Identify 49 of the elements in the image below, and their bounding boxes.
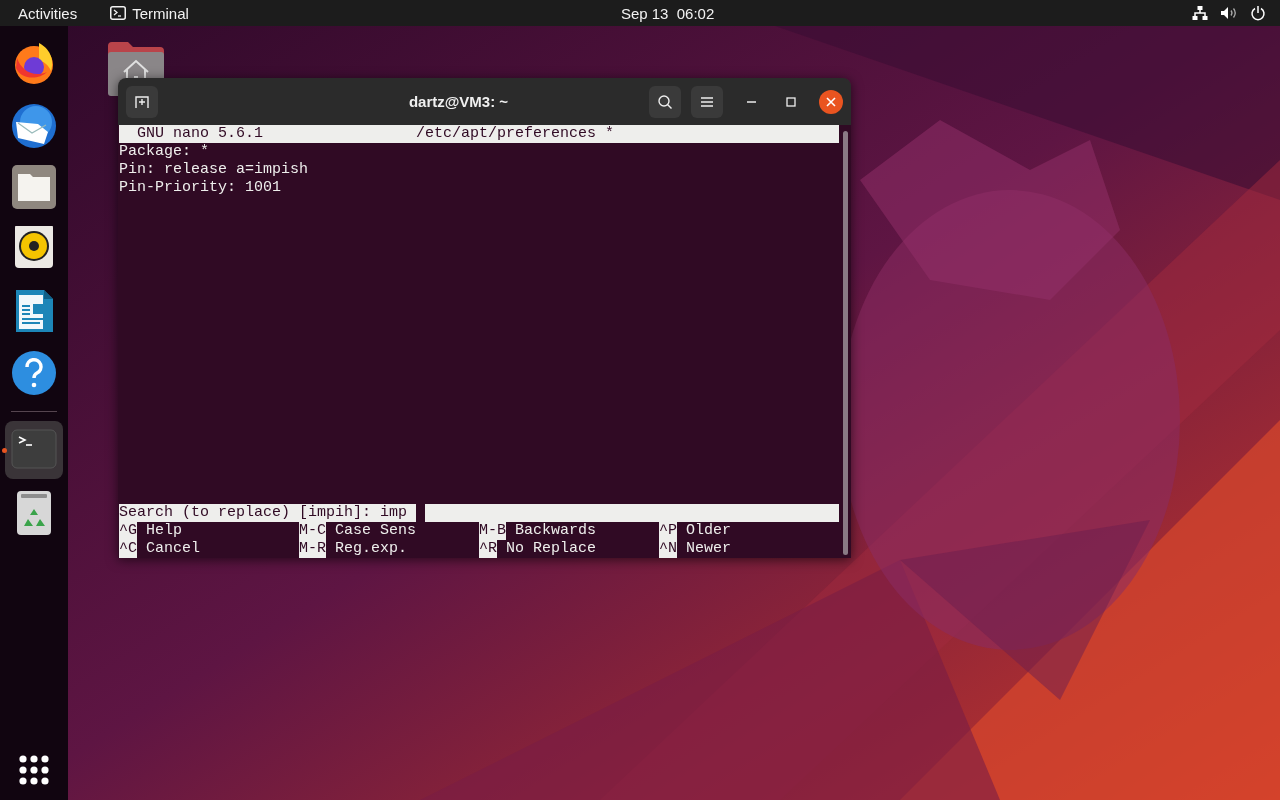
shortcut-label: Help — [146, 522, 183, 540]
shortcut-key: ^P — [659, 522, 678, 540]
shortcut-key: ^C — [119, 540, 137, 558]
shortcut-key: ^N — [659, 540, 678, 558]
shortcut-key: ^R — [479, 540, 498, 558]
shortcut-key: ^G — [119, 522, 137, 540]
shortcut-label: Cancel — [146, 540, 201, 558]
prompt-label: Search (to replace) [impih]: — [119, 504, 373, 522]
text-line: Pin-Priority: 1001 — [119, 179, 283, 197]
search-value: imp — [380, 504, 408, 522]
menu-button[interactable] — [691, 85, 723, 118]
text-line: Pin: release a=impish — [119, 161, 310, 179]
shortcut-label: Reg.exp. — [335, 540, 408, 558]
file-name: /etc/apt/preferences * — [416, 125, 615, 143]
shortcut-label: No Replace — [506, 540, 597, 558]
minimize-icon — [746, 100, 756, 103]
maximize-icon — [785, 95, 797, 108]
app-menu[interactable]: Terminal — [132, 4, 189, 22]
scrollbar[interactable] — [843, 131, 848, 555]
shortcut-key: M-R — [299, 540, 327, 558]
shortcut-key: M-B — [479, 522, 507, 540]
window-title: dartz@VM3: ~ — [407, 93, 510, 110]
shortcut-key: M-C — [299, 522, 327, 540]
recycle-bin-icon[interactable] — [16, 489, 52, 535]
text-line: Package: * — [119, 143, 210, 161]
terminal-icon — [110, 6, 127, 20]
close-icon — [826, 96, 836, 107]
search-icon — [657, 93, 673, 110]
search-prompt-field[interactable]: Search (to replace) [impih]: imp — [119, 504, 839, 522]
power-icon[interactable] — [1250, 5, 1266, 21]
close-button[interactable] — [819, 89, 843, 114]
activities-button[interactable]: Activities — [18, 4, 78, 22]
help-icon[interactable] — [11, 350, 57, 396]
new-tab-icon — [134, 93, 150, 110]
search-button[interactable] — [649, 85, 681, 118]
shortcut-label: Backwards — [515, 522, 597, 540]
shortcut-label: Newer — [686, 540, 732, 558]
menu-icon — [700, 95, 714, 108]
network-icon[interactable] — [1192, 5, 1208, 21]
envelope-globe-icon[interactable] — [10, 102, 58, 148]
editor-version: GNU nano 5.6.1 — [137, 125, 264, 143]
shortcut-label: Case Sens — [335, 522, 417, 540]
shortcut-label: Older — [686, 522, 732, 540]
clock[interactable]: Sep 13 06:02 — [620, 4, 715, 22]
new-tab-button[interactable] — [126, 85, 158, 118]
document-icon[interactable] — [13, 288, 55, 334]
folder-icon[interactable] — [11, 164, 57, 210]
volume-icon[interactable] — [1220, 5, 1238, 21]
app-grid-icon[interactable] — [18, 754, 50, 786]
